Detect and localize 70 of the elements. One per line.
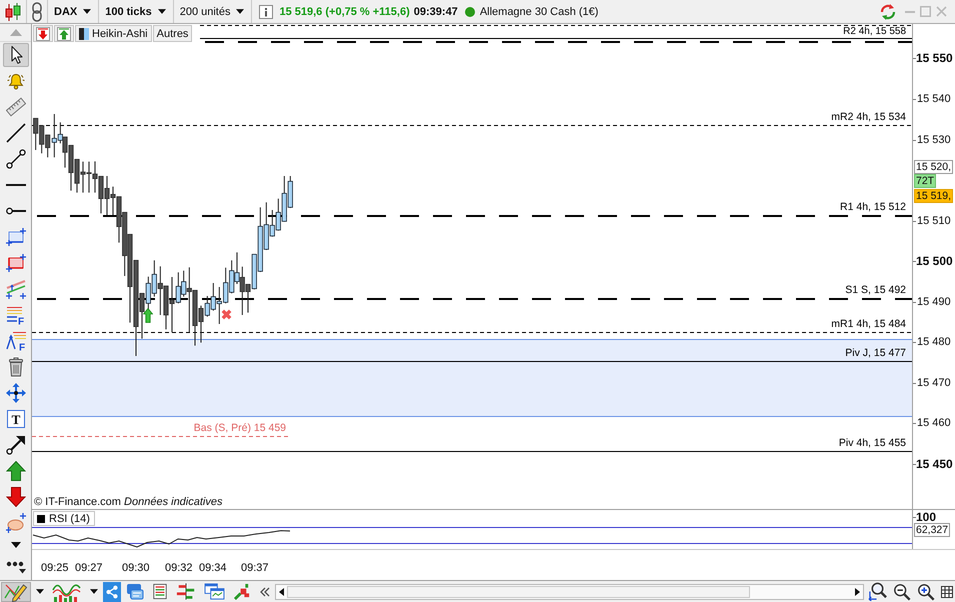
rsi-value-tag: 62,327: [914, 523, 950, 537]
level-label: Piv J, 15 477: [845, 347, 906, 360]
instrument-name: Allemagne 30 Cash (1€): [480, 6, 598, 18]
caret-icon[interactable]: [236, 9, 244, 14]
link-icon[interactable]: [31, 2, 43, 22]
time-label: 09:25: [41, 562, 69, 574]
symbol-dropdown[interactable]: DAX: [52, 2, 94, 22]
price-tag: 15 520,: [914, 160, 954, 174]
cross-icon: [221, 309, 232, 320]
price-label: 15 540: [913, 92, 951, 106]
price-label: 15 500: [913, 254, 953, 268]
caret-icon[interactable]: [158, 9, 166, 14]
caret-icon[interactable]: [90, 589, 98, 594]
price-tag: 72T: [914, 174, 936, 188]
time-label: 09:34: [199, 562, 227, 574]
interval-dropdown[interactable]: 100 ticks: [103, 2, 169, 22]
scroll-right-icon[interactable]: [855, 588, 860, 596]
copyright-notice: © IT-Finance.com Données indicatives: [34, 496, 222, 508]
price-tag: 15 519,: [914, 189, 954, 203]
caret-icon[interactable]: [36, 589, 44, 594]
price-label: 15 490: [913, 295, 951, 309]
price-label: 15 480: [913, 335, 951, 349]
caret-icon[interactable]: [83, 9, 92, 14]
status-dot-icon: [464, 6, 475, 16]
time-label: 09:32: [165, 562, 193, 574]
level-label: S1 S, 15 492: [845, 284, 906, 297]
horizontal-scrollbar[interactable]: [275, 584, 864, 600]
candlestick-icon[interactable]: [4, 2, 22, 22]
indicator-label: RSI (14): [49, 512, 90, 524]
rsi-scale-label: 100: [913, 510, 936, 524]
zoom-fit-icon[interactable]: [868, 582, 887, 601]
ray-icon[interactable]: [6, 207, 26, 215]
level-label: R2 4h, 15 558: [843, 26, 906, 37]
legend-swatch-icon: [37, 514, 45, 522]
price-label: 15 550: [913, 51, 953, 65]
scrollbar-thumb[interactable]: [287, 586, 750, 598]
time-label: 09:30: [122, 562, 150, 574]
horizontal-line-icon[interactable]: [6, 184, 26, 186]
up-arrow-icon: [143, 308, 153, 323]
zoom-in-icon[interactable]: [917, 582, 935, 600]
up-arrow-icon[interactable]: [57, 26, 71, 40]
collapse-icon[interactable]: [260, 586, 270, 596]
info-icon[interactable]: [259, 4, 274, 18]
sell-button[interactable]: [33, 25, 53, 42]
buy-button[interactable]: [54, 25, 74, 42]
price-label: 15 510: [913, 214, 951, 228]
grid-icon[interactable]: [941, 586, 953, 598]
price-label: 15 460: [913, 416, 951, 430]
time-label: 09:37: [241, 562, 269, 574]
level-label: R1 4h, 15 512: [840, 201, 906, 214]
level-label: Bas (S, Pré) 15 459: [194, 422, 286, 435]
zoom-out-icon[interactable]: [893, 582, 911, 600]
price-quote: 15 519,6 (+0,75 % +115,6): [279, 6, 410, 18]
level-label: Piv 4h, 15 455: [838, 437, 906, 450]
candle-style-icon: [79, 28, 89, 40]
price-label: 15 530: [913, 133, 951, 147]
more-button[interactable]: Autres: [152, 25, 192, 42]
refresh-icon[interactable]: [879, 2, 897, 20]
price-label: 15 450: [913, 457, 953, 471]
scroll-left-icon[interactable]: [279, 588, 284, 596]
caret-icon[interactable]: [10, 542, 20, 548]
level-label: mR1 4h, 15 484: [831, 318, 906, 331]
chart-style-button[interactable]: Heikin-Ashi: [75, 25, 152, 42]
share-icon[interactable]: [106, 584, 118, 598]
quote-time: 09:39:47: [414, 6, 458, 18]
price-label: 15 470: [913, 376, 951, 390]
units-dropdown[interactable]: 200 unités: [178, 2, 248, 22]
more-icon[interactable]: [6, 560, 26, 574]
time-label: 09:27: [75, 562, 103, 574]
level-label: mR2 4h, 15 534: [831, 111, 906, 124]
